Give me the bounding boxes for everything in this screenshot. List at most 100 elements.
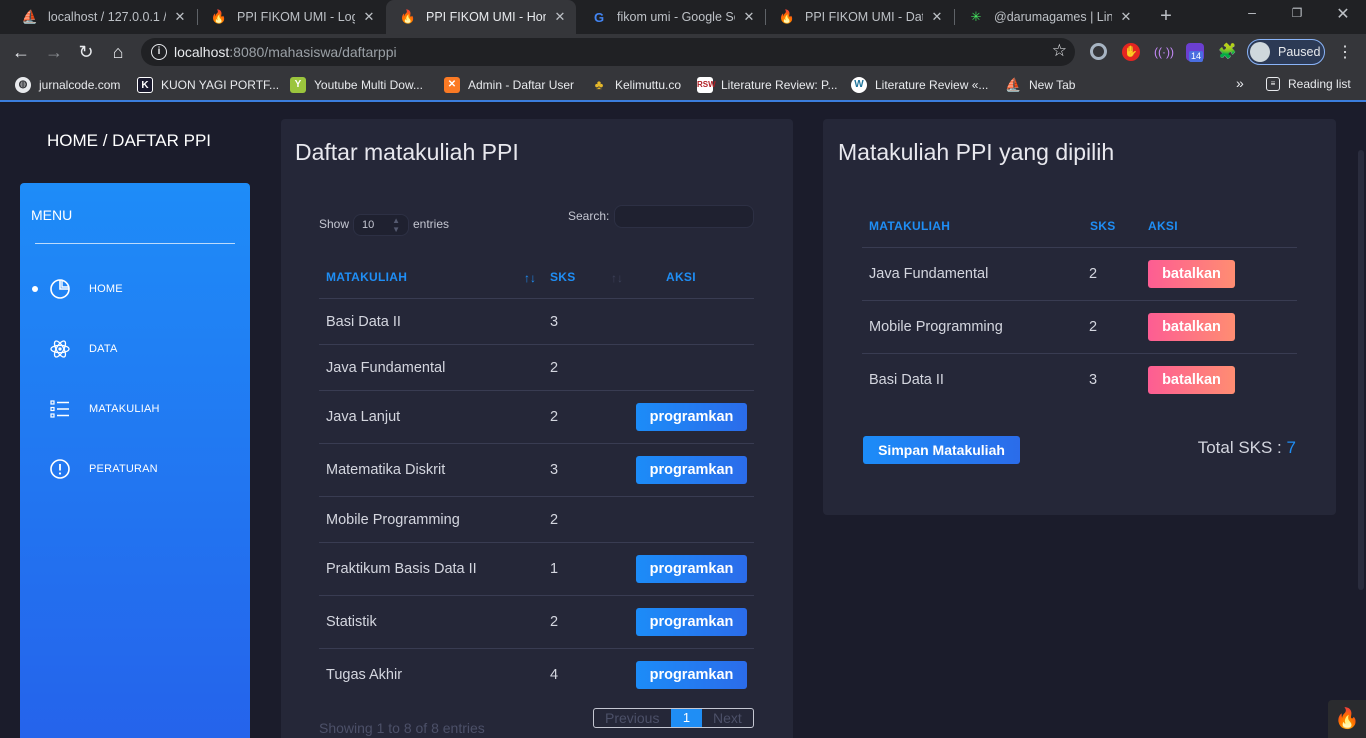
course-list-card: Daftar matakuliah PPI Show 10 ▲ ▼ entries…: [281, 119, 793, 738]
pagination-previous[interactable]: Previous: [605, 710, 659, 726]
kuon-icon: K: [137, 77, 153, 93]
wordpress-icon: W: [851, 77, 867, 93]
total-sks: Total SKS : 7: [1198, 438, 1296, 458]
reading-list-button[interactable]: ≡ Reading list: [1266, 77, 1351, 91]
list-icon: [50, 400, 69, 418]
phpmyadmin-icon: ⛵: [21, 9, 39, 24]
browser-tab-phpmyadmin[interactable]: ⛵ localhost / 127.0.0.1 / s ✕: [8, 0, 196, 34]
close-tab-icon[interactable]: ✕: [741, 9, 757, 25]
home-icon[interactable]: ⌂: [107, 41, 129, 63]
column-header-matakuliah[interactable]: MATAKULIAH: [326, 270, 407, 284]
extension-badge-count: 14: [1189, 51, 1204, 62]
browser-tab-login[interactable]: 🔥 PPI FIKOM UMI - Login ✕: [197, 0, 385, 34]
codeigniter-debug-icon[interactable]: 🔥: [1328, 700, 1366, 738]
bookmark-item[interactable]: ⛵ New Tab: [1005, 77, 1075, 93]
row-divider: [862, 300, 1297, 301]
search-label: Search:: [568, 209, 610, 223]
tab-title: fikom umi - Google Sea: [617, 10, 735, 24]
programkan-button[interactable]: programkan: [636, 456, 747, 484]
total-sks-value: 7: [1286, 438, 1296, 457]
close-tab-icon[interactable]: ✕: [361, 9, 377, 25]
bookmark-item[interactable]: W Literature Review «...: [851, 77, 988, 93]
programkan-button[interactable]: programkan: [636, 555, 747, 583]
bookmark-label: Kelimuttu.co: [615, 78, 682, 92]
profile-button[interactable]: Paused: [1247, 39, 1325, 65]
back-arrow-icon[interactable]: ←: [10, 41, 32, 63]
close-tab-icon[interactable]: ✕: [1118, 9, 1134, 25]
sort-asc-icon[interactable]: ↑↓: [524, 271, 536, 285]
row-divider: [319, 298, 754, 299]
bookmark-label: KUON YAGI PORTF...: [161, 78, 280, 92]
extension-ring-icon[interactable]: [1090, 43, 1107, 60]
bookmark-item[interactable]: Y Youtube Multi Dow...: [290, 77, 423, 93]
sidebar-item-home[interactable]: HOME: [20, 274, 250, 304]
sidebar-item-matakuliah[interactable]: MATAKULIAH: [20, 394, 250, 424]
more-bookmarks-button[interactable]: »: [1236, 75, 1244, 91]
page-scrollbar[interactable]: [1356, 150, 1366, 738]
url-host: localhost: [174, 44, 230, 60]
new-tab-button[interactable]: +: [1155, 5, 1177, 27]
browser-tab-strip: ⛵ localhost / 127.0.0.1 / s ✕ 🔥 PPI FIKO…: [0, 0, 1366, 34]
bookmark-label: Youtube Multi Dow...: [314, 78, 423, 92]
extensions-puzzle-icon[interactable]: 🧩: [1218, 43, 1237, 61]
bookmark-item[interactable]: ♣ Kelimuttu.co: [591, 77, 681, 93]
pineapple-icon: ♣: [594, 77, 604, 92]
batalkan-button[interactable]: batalkan: [1148, 260, 1235, 288]
adblock-icon[interactable]: ✋: [1122, 43, 1140, 61]
forward-arrow-icon[interactable]: →: [43, 41, 65, 63]
pagination-next[interactable]: Next: [713, 710, 742, 726]
avatar: [1250, 42, 1270, 62]
profile-status: Paused: [1278, 45, 1321, 59]
close-tab-icon[interactable]: ✕: [552, 9, 568, 25]
rsw-icon: RSW: [697, 77, 716, 93]
bookmark-item[interactable]: K KUON YAGI PORTF...: [137, 77, 279, 93]
entries-per-page-select[interactable]: 10 ▲ ▼: [353, 214, 409, 236]
save-courses-button[interactable]: Simpan Matakuliah: [863, 436, 1020, 464]
programkan-button[interactable]: programkan: [636, 403, 747, 431]
browser-tab-google[interactable]: G fikom umi - Google Sea ✕: [577, 0, 765, 34]
browser-tab-home[interactable]: 🔥 PPI FIKOM UMI - Home ✕: [386, 0, 576, 34]
table-info: Showing 1 to 8 of 8 entries: [319, 720, 485, 736]
browser-menu-icon[interactable]: ⋮: [1337, 42, 1353, 62]
column-header-sks[interactable]: SKS: [550, 270, 576, 284]
sidebar-item-peraturan[interactable]: PERATURAN: [20, 454, 250, 484]
cast-icon[interactable]: ((·)): [1154, 43, 1174, 61]
course-sks: 2: [550, 409, 559, 425]
address-bar[interactable]: i localhost:8080/mahasiswa/daftarppi ☆: [141, 38, 1075, 66]
browser-tab-data[interactable]: 🔥 PPI FIKOM UMI - Data ✕: [765, 0, 953, 34]
scrollbar-thumb[interactable]: [1358, 150, 1364, 590]
close-tab-icon[interactable]: ✕: [172, 9, 188, 25]
reload-icon[interactable]: ↻: [75, 41, 97, 63]
sidebar-item-data[interactable]: DATA: [20, 334, 250, 364]
pagination: Previous 1 Next: [593, 708, 754, 728]
row-divider: [319, 390, 754, 391]
batalkan-button[interactable]: batalkan: [1148, 313, 1235, 341]
course-name: Statistik: [326, 614, 377, 630]
sort-icon[interactable]: ↑↓: [611, 271, 623, 285]
extension-badge-icon[interactable]: 14: [1186, 43, 1204, 62]
pagination-page-current[interactable]: 1: [671, 709, 702, 727]
batalkan-button[interactable]: batalkan: [1148, 366, 1235, 394]
bookmark-star-icon[interactable]: ☆: [1052, 41, 1067, 61]
course-name: Mobile Programming: [326, 512, 460, 528]
selected-courses-title: Matakuliah PPI yang dipilih: [838, 139, 1115, 165]
selected-courses-card: Matakuliah PPI yang dipilih MATAKULIAH S…: [823, 119, 1336, 515]
bookmark-item[interactable]: RSW Literature Review: P...: [697, 77, 838, 93]
row-divider: [319, 595, 754, 596]
programkan-button[interactable]: programkan: [636, 608, 747, 636]
minimize-window-icon[interactable]: –: [1242, 4, 1262, 20]
programkan-button[interactable]: programkan: [636, 661, 747, 689]
search-input[interactable]: [614, 205, 754, 228]
bookmark-label: Literature Review: P...: [721, 78, 838, 92]
course-name: Praktikum Basis Data II: [326, 561, 477, 577]
pie-chart-icon: [50, 279, 70, 299]
bookmark-item[interactable]: ◍ jurnalcode.com: [15, 77, 120, 93]
restore-window-icon[interactable]: ❐: [1287, 6, 1307, 20]
close-tab-icon[interactable]: ✕: [929, 9, 945, 25]
site-info-icon[interactable]: i: [151, 44, 167, 60]
bookmark-item[interactable]: ✕ Admin - Daftar User: [444, 77, 574, 93]
url-text[interactable]: localhost:8080/mahasiswa/daftarppi: [174, 44, 397, 60]
browser-tab-linktree[interactable]: ✳ @darumagames | Linkt ✕: [954, 0, 1142, 34]
close-window-icon[interactable]: ✕: [1333, 4, 1353, 24]
sidebar-title: MENU: [31, 207, 73, 223]
